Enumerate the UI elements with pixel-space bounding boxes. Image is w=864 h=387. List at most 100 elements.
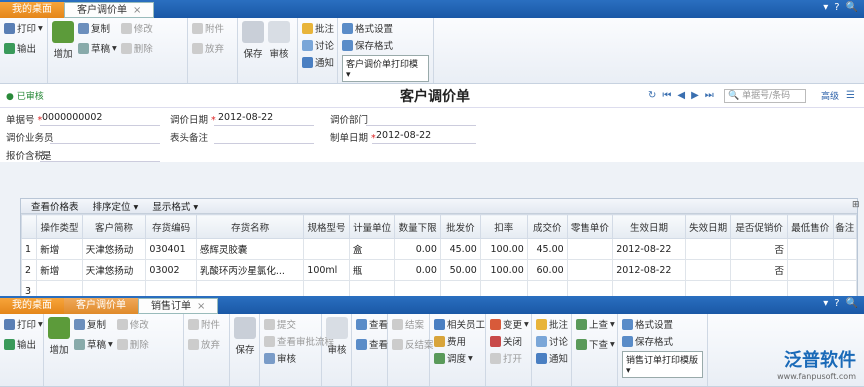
column-header[interactable]: 数量下限 bbox=[394, 214, 441, 239]
cost-button[interactable]: 费用 bbox=[434, 334, 466, 348]
table-cell[interactable] bbox=[684, 238, 732, 260]
export-button-2[interactable]: 输出 bbox=[4, 337, 36, 351]
column-header[interactable]: 操作类型 bbox=[36, 214, 83, 239]
add-button-2[interactable]: 增加 bbox=[48, 317, 70, 356]
tax-field[interactable]: 是 bbox=[42, 148, 52, 162]
approve-button-2[interactable]: 批注 bbox=[536, 317, 568, 331]
copy-button[interactable]: 复制 bbox=[78, 21, 117, 35]
draft-button-2[interactable]: 草稿 ▾ bbox=[74, 337, 113, 351]
format-settings-button[interactable]: 格式设置 bbox=[342, 21, 393, 35]
doc-no-field[interactable]: 0000000002 bbox=[42, 112, 102, 123]
table-cell[interactable]: 100ml bbox=[303, 259, 350, 281]
table-row[interactable]: 1 新增 天津悠扬动 030401 感辉灵胶囊盒 0.00 45.00 100.00 45.00… bbox=[20, 238, 857, 260]
relate-staff-button[interactable]: 相关员工 bbox=[434, 317, 485, 331]
table-cell[interactable]: 45.00 bbox=[526, 238, 568, 260]
table-cell[interactable]: 0.00 bbox=[394, 259, 441, 281]
print-template-select[interactable]: 客户调价单打印模 ▾ bbox=[342, 55, 429, 82]
up-query-button[interactable]: 上查 ▾ bbox=[576, 317, 615, 331]
search-icon[interactable]: 🔍 bbox=[846, 298, 858, 309]
table-cell[interactable]: 感辉灵胶囊 bbox=[195, 238, 305, 260]
column-header[interactable]: 失效日期 bbox=[684, 214, 732, 239]
chevron-down-icon[interactable]: ▾ bbox=[823, 2, 828, 13]
column-header[interactable]: 最低售价 bbox=[786, 214, 834, 239]
table-cell[interactable]: 0.00 bbox=[394, 238, 441, 260]
table-row[interactable]: 2 新增 天津悠扬动 03002 乳酸环丙沙星氯化... 100ml 瓶 0.00 50.00 1… bbox=[20, 259, 857, 281]
column-header[interactable]: 是否促销价 bbox=[730, 214, 788, 239]
first-icon[interactable]: ⏮ bbox=[662, 90, 671, 101]
copy-button-2[interactable]: 复制 bbox=[74, 317, 113, 331]
table-cell[interactable]: 新增 bbox=[36, 238, 83, 260]
table-cell[interactable]: 天津悠扬动 bbox=[81, 238, 147, 260]
table-cell[interactable] bbox=[832, 238, 857, 260]
table-cell[interactable]: 030401 bbox=[145, 238, 197, 260]
export-button[interactable]: 输出 bbox=[4, 41, 36, 55]
attach-button[interactable]: 附件 bbox=[192, 21, 224, 35]
table-cell[interactable] bbox=[786, 238, 834, 260]
edit-button[interactable]: 修改 bbox=[120, 21, 153, 35]
submit-button[interactable]: 提交 bbox=[264, 317, 296, 331]
dispatch-button[interactable]: 调度 ▾ bbox=[434, 351, 473, 365]
expand-icon[interactable]: ⊞ bbox=[852, 200, 860, 210]
search-icon[interactable]: 🔍 bbox=[846, 2, 858, 13]
refresh-icon[interactable]: ↻ bbox=[648, 90, 656, 101]
help-icon[interactable]: ? bbox=[834, 2, 839, 13]
table-cell[interactable] bbox=[566, 259, 614, 281]
save-format-button-2[interactable]: 保存格式 bbox=[622, 334, 673, 348]
open-button[interactable]: 打开 bbox=[490, 351, 522, 365]
table-cell[interactable]: 50.00 bbox=[439, 259, 481, 281]
column-header[interactable]: 存货编码 bbox=[145, 214, 197, 239]
table-cell[interactable] bbox=[303, 238, 350, 260]
column-header[interactable]: 生效日期 bbox=[612, 214, 686, 239]
shut-button[interactable]: 关闭 bbox=[490, 334, 522, 348]
table-cell[interactable]: 天津悠扬动 bbox=[81, 259, 147, 281]
tab-desktop[interactable]: 我的桌面 bbox=[0, 2, 64, 18]
down-query-button[interactable]: 下查 ▾ bbox=[576, 337, 615, 351]
table-cell[interactable]: 100.00 bbox=[479, 238, 528, 260]
last-icon[interactable]: ⏭ bbox=[705, 90, 714, 101]
help-icon[interactable]: ? bbox=[834, 298, 839, 309]
sort-locate-button[interactable]: 排序定位 ▾ bbox=[93, 199, 139, 213]
column-header[interactable]: 存货名称 bbox=[195, 214, 305, 239]
review-button[interactable]: 查看 bbox=[356, 317, 388, 331]
approve-button[interactable]: 批注 bbox=[302, 21, 334, 35]
column-header[interactable]: 客户简称 bbox=[81, 214, 147, 239]
print-button[interactable]: 打印 ▾ bbox=[4, 21, 43, 35]
make-date-field[interactable]: 2012-08-22 bbox=[376, 130, 431, 141]
discard-button-2[interactable]: 放弃 bbox=[188, 337, 220, 351]
view-price-list-button[interactable]: 查看价格表 bbox=[31, 199, 79, 213]
table-cell[interactable]: 2 bbox=[20, 259, 38, 281]
column-header[interactable]: 成交价 bbox=[526, 214, 568, 239]
discuss-button-2[interactable]: 讨论 bbox=[536, 334, 568, 348]
unsettle-button[interactable]: 反结案 bbox=[392, 337, 434, 351]
table-cell[interactable] bbox=[684, 259, 732, 281]
chevron-down-icon[interactable]: ▾ bbox=[823, 298, 828, 309]
table-cell[interactable] bbox=[832, 259, 857, 281]
table-cell[interactable]: 1 bbox=[20, 238, 38, 260]
delete-button[interactable]: 删除 bbox=[120, 41, 153, 55]
advanced-search-link[interactable]: 高级 bbox=[821, 89, 839, 102]
column-header[interactable]: 零售单价 bbox=[566, 214, 614, 239]
display-format-button[interactable]: 显示格式 ▾ bbox=[152, 199, 198, 213]
save-button-2[interactable]: 保存 bbox=[234, 317, 256, 356]
tab-price-adjust-2[interactable]: 客户调价单 bbox=[64, 298, 138, 314]
attach-button-2[interactable]: 附件 bbox=[188, 317, 220, 331]
save-button[interactable]: 保存 bbox=[242, 21, 264, 60]
delete-button-2[interactable]: 删除 bbox=[116, 337, 149, 351]
print-button-2[interactable]: 打印 ▾ bbox=[4, 317, 43, 331]
format-settings-button-2[interactable]: 格式设置 bbox=[622, 317, 673, 331]
close-icon[interactable]: × bbox=[133, 5, 141, 16]
save-format-button[interactable]: 保存格式 bbox=[342, 38, 393, 52]
tab-price-adjust[interactable]: 客户调价单 × bbox=[64, 2, 155, 18]
column-header[interactable]: 扣率 bbox=[479, 214, 528, 239]
draft-button[interactable]: 草稿 ▾ bbox=[78, 41, 117, 55]
tab-desktop-2[interactable]: 我的桌面 bbox=[0, 298, 64, 314]
review-close-button[interactable]: 查看 bbox=[356, 337, 388, 351]
next-icon[interactable]: ▶ bbox=[691, 90, 699, 101]
column-header[interactable] bbox=[20, 214, 38, 239]
add-button[interactable]: 增加 bbox=[52, 21, 74, 60]
table-cell[interactable] bbox=[566, 238, 614, 260]
table-cell[interactable]: 新增 bbox=[36, 259, 83, 281]
menu-icon[interactable]: ☰ bbox=[846, 90, 855, 101]
table-cell[interactable] bbox=[786, 259, 834, 281]
edit-button-2[interactable]: 修改 bbox=[116, 317, 149, 331]
